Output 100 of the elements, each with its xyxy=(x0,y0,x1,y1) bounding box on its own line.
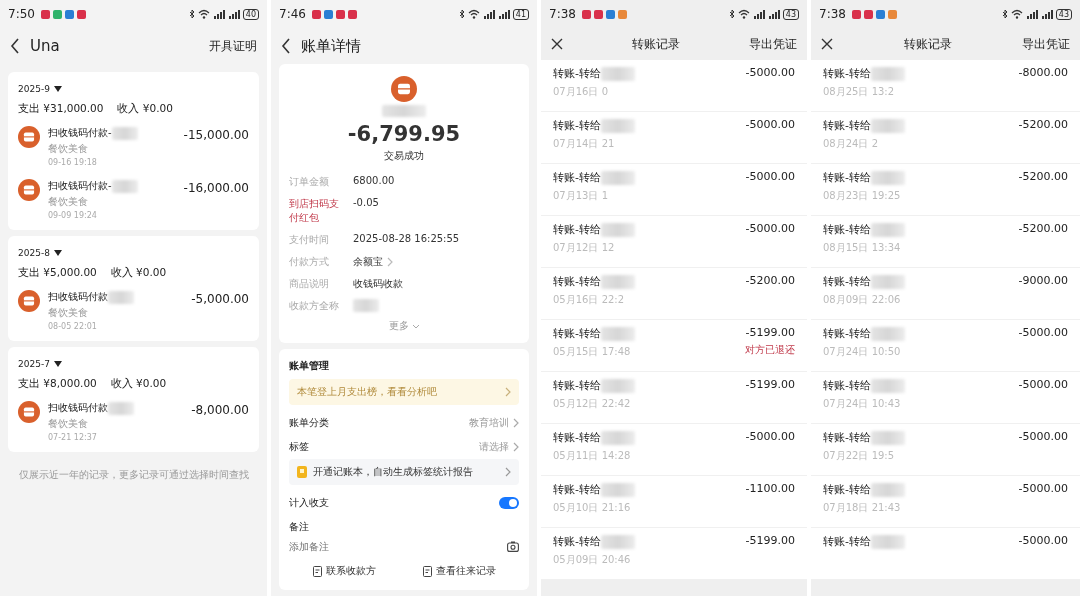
transfer-amount: -5200.00 xyxy=(1018,118,1068,131)
page-title: 转账记录 xyxy=(902,35,953,53)
detail-label: 到店扫码支付红包 xyxy=(289,197,340,225)
export-button[interactable]: 导出凭证 xyxy=(1022,35,1070,53)
transfer-row[interactable]: 转账-转给 07月14日 21 -5000.00 xyxy=(541,112,807,164)
transaction-row[interactable]: 扫收钱码付款- 餐饮美食 09-16 19:18 -15,000.00 xyxy=(18,120,249,173)
transaction-category: 餐饮美食 xyxy=(48,306,89,320)
clock-time: 7:46 xyxy=(279,7,306,21)
transfer-title: 转账-转给 xyxy=(553,170,601,185)
bluetooth-icon xyxy=(458,9,465,19)
transaction-amount: -16,000.00 xyxy=(183,180,249,195)
redaction-blur xyxy=(871,482,905,497)
wifi-icon xyxy=(1010,9,1023,19)
transfer-amount: -5000.00 xyxy=(1018,534,1068,547)
transfer-amount: -5000.00 xyxy=(745,430,795,443)
back-icon[interactable] xyxy=(10,38,20,54)
redaction-blur xyxy=(871,378,905,393)
transfer-row[interactable]: 转账-转给 08月24日 2 -5200.00 xyxy=(811,112,1080,164)
wifi-icon xyxy=(197,9,210,19)
shop-icon xyxy=(18,401,40,423)
month-selector[interactable]: 2025-9 xyxy=(18,84,50,94)
transaction-row[interactable]: 扫收钱码付款 餐饮美食 08-05 22:01 -5,000.00 xyxy=(18,284,249,337)
detail-value: 收钱码收款 xyxy=(353,277,403,291)
detail-value: 2025-08-28 16:25:55 xyxy=(353,233,460,244)
transaction-row[interactable]: 扫收钱码付款 餐饮美食 07-21 12:37 -8,000.00 xyxy=(18,395,249,448)
signal-icon xyxy=(482,9,495,19)
dropdown-caret-icon[interactable] xyxy=(53,361,62,367)
month-selector[interactable]: 2025-7 xyxy=(18,359,50,369)
transfer-amount: -5199.00 xyxy=(745,326,795,339)
page-title: Una xyxy=(30,37,61,55)
signal-icon xyxy=(212,9,225,19)
transfer-amount: -9000.00 xyxy=(1018,274,1068,287)
detail-label: 付款方式 xyxy=(289,255,330,269)
export-button[interactable]: 导出凭证 xyxy=(749,35,797,53)
promo-banner[interactable]: 开通记账本，自动生成标签统计报告 xyxy=(289,459,519,485)
history-button[interactable]: 查看往来记录 xyxy=(418,560,500,582)
clock-time: 7:50 xyxy=(8,7,35,21)
bluetooth-icon xyxy=(728,9,735,19)
transfer-amount: -5000.00 xyxy=(1018,326,1068,339)
wifi-icon xyxy=(467,9,480,19)
transaction-time: 07-21 12:37 xyxy=(48,433,98,442)
transaction-title: 扫收钱码付款- xyxy=(48,126,112,140)
bill-amount: -6,799.95 xyxy=(347,122,461,146)
setting-label: 账单分类 xyxy=(289,416,329,430)
transfer-title: 转账-转给 xyxy=(553,118,601,133)
transfer-title: 转账-转给 xyxy=(823,482,871,497)
setting-label: 标签 xyxy=(289,440,309,454)
redaction-blur xyxy=(871,118,905,133)
transfer-title: 转账-转给 xyxy=(553,534,601,549)
back-icon[interactable] xyxy=(281,38,291,54)
redaction-blur xyxy=(601,170,635,185)
shop-icon xyxy=(18,126,40,148)
transfer-row[interactable]: 转账-转给 07月24日 10:43 -5000.00 xyxy=(811,372,1080,424)
transfer-amount: -5199.00 xyxy=(745,534,795,547)
bluetooth-icon xyxy=(1001,9,1008,19)
redaction-blur xyxy=(601,326,635,341)
transfer-title: 转账-转给 xyxy=(823,222,871,237)
transfer-title: 转账-转给 xyxy=(823,118,871,133)
income-total: 收入 ¥0.00 xyxy=(117,102,173,116)
transfer-amount: -1100.00 xyxy=(745,482,795,495)
transfer-title: 转账-转给 xyxy=(553,430,601,445)
transfer-amount: -8000.00 xyxy=(1018,66,1068,79)
detail-label: 订单金额 xyxy=(289,175,330,189)
transfer-title: 转账-转给 xyxy=(823,326,871,341)
transaction-amount: -8,000.00 xyxy=(191,402,249,417)
redaction-blur xyxy=(871,66,905,81)
transaction-title: 扫收钱码付款 xyxy=(48,290,108,304)
close-icon[interactable] xyxy=(551,38,563,50)
transfer-title: 转账-转给 xyxy=(553,222,601,237)
transfer-title: 转账-转给 xyxy=(823,534,871,549)
transaction-title: 扫收钱码付款 xyxy=(48,401,108,415)
transfer-title: 转账-转给 xyxy=(823,66,871,81)
transaction-amount: -15,000.00 xyxy=(183,127,249,142)
transfer-amount: -5200.00 xyxy=(1018,222,1068,235)
shop-icon xyxy=(18,290,40,312)
document-icon xyxy=(312,565,322,577)
redaction-blur xyxy=(601,222,635,237)
dropdown-caret-icon[interactable] xyxy=(53,86,62,92)
transaction-row[interactable]: 扫收钱码付款- 餐饮美食 09-09 19:24 -16,000.00 xyxy=(18,173,249,226)
chevron-right-icon xyxy=(513,418,519,428)
signal-icon xyxy=(1040,9,1053,19)
redaction-blur xyxy=(871,534,905,549)
toggle-switch[interactable] xyxy=(499,497,519,509)
transfer-time: 07月24日 10:43 xyxy=(823,397,902,411)
camera-icon[interactable] xyxy=(507,541,519,552)
close-icon[interactable] xyxy=(821,38,833,50)
redaction-blur xyxy=(601,274,635,289)
redaction-blur xyxy=(871,222,905,237)
transaction-category: 餐饮美食 xyxy=(48,417,89,431)
expense-total: 支出 ¥8,000.00 xyxy=(18,377,97,391)
notebook-icon xyxy=(297,466,307,478)
clock-time: 7:38 xyxy=(549,7,576,21)
dropdown-caret-icon[interactable] xyxy=(53,250,62,256)
transfer-title: 转账-转给 xyxy=(553,66,601,81)
transaction-title: 扫收钱码付款- xyxy=(48,179,112,193)
transfer-row[interactable]: 转账-转给 07月24日 10:50 -5000.00 xyxy=(811,320,1080,372)
month-selector[interactable]: 2025-8 xyxy=(18,248,50,258)
transfer-amount: -5000.00 xyxy=(1018,378,1068,391)
contact-button[interactable]: 联系收款方 xyxy=(308,560,380,582)
certificate-link[interactable]: 开具证明 xyxy=(209,37,257,55)
